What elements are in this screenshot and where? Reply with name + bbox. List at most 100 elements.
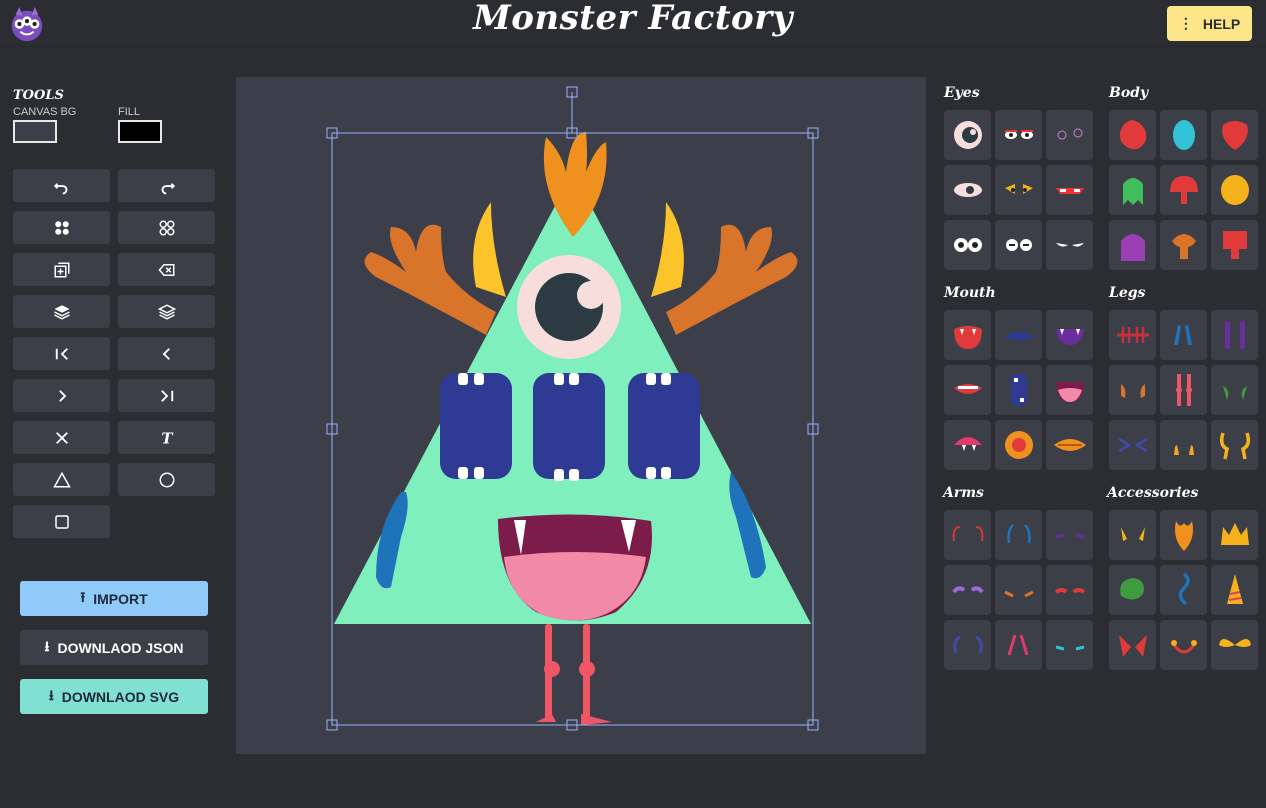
mouth-option[interactable] xyxy=(1046,365,1093,415)
move-left-button[interactable] xyxy=(118,337,215,370)
help-button[interactable]: ⋮ HELP xyxy=(1167,6,1252,41)
accessories-preview-icon xyxy=(1174,521,1193,551)
canvas-bg-swatch[interactable] xyxy=(13,120,57,143)
mouth-preview-icon xyxy=(1003,332,1034,340)
move-right-button[interactable] xyxy=(13,379,110,412)
body-option[interactable] xyxy=(1211,165,1258,215)
body-option[interactable] xyxy=(1109,220,1156,270)
mouth-option[interactable] xyxy=(944,310,991,360)
accessories-preview-icon xyxy=(1170,640,1197,654)
monster-canvas[interactable] xyxy=(236,77,926,754)
redo-button[interactable] xyxy=(118,169,215,202)
accessories-preview-icon xyxy=(1178,572,1190,606)
arms-option[interactable] xyxy=(944,510,991,560)
accessories-option[interactable] xyxy=(1109,565,1156,615)
arms-option[interactable] xyxy=(1046,565,1093,615)
fill-label: FILL xyxy=(118,106,141,118)
legs-option[interactable] xyxy=(1109,310,1156,360)
more-vertical-icon: ⋮ xyxy=(1178,15,1193,31)
eyes-preview-icon xyxy=(953,238,982,252)
accessories-option[interactable] xyxy=(1160,620,1207,670)
body-preview-icon xyxy=(1172,120,1195,150)
legs-option[interactable] xyxy=(1160,365,1207,415)
delete-button[interactable] xyxy=(118,253,215,286)
mouth-option[interactable] xyxy=(995,365,1042,415)
eyes-option[interactable] xyxy=(944,165,991,215)
body-preview-icon xyxy=(1222,231,1247,259)
mouth-option[interactable] xyxy=(995,420,1042,470)
bring-forward-button[interactable] xyxy=(13,295,110,328)
eyes-option[interactable] xyxy=(995,220,1042,270)
fill-swatch[interactable] xyxy=(118,120,162,143)
triangle-button[interactable] xyxy=(13,463,110,496)
body-option[interactable] xyxy=(1160,110,1207,160)
legs-option[interactable] xyxy=(1211,365,1258,415)
eyes-option[interactable] xyxy=(944,110,991,160)
eyes-option[interactable] xyxy=(944,220,991,270)
eyes-option[interactable] xyxy=(995,165,1042,215)
bring-to-front-button[interactable] xyxy=(13,337,110,370)
download-svg-button[interactable]: ⭳ DOWNLAOD SVG xyxy=(20,679,208,714)
accessories-preview-icon xyxy=(1120,527,1145,541)
ungroup-button[interactable] xyxy=(118,211,215,244)
text-button[interactable]: T xyxy=(118,421,215,454)
body-option[interactable] xyxy=(1160,165,1207,215)
accessories-option[interactable] xyxy=(1109,510,1156,560)
arms-preview-icon xyxy=(1003,590,1034,598)
mouth-option[interactable] xyxy=(1046,420,1093,470)
mouth-preview-icon xyxy=(953,384,982,394)
arms-option[interactable] xyxy=(944,620,991,670)
accessories-option[interactable] xyxy=(1211,565,1258,615)
arms-option[interactable] xyxy=(1046,620,1093,670)
arms-option[interactable] xyxy=(944,565,991,615)
legs-option[interactable] xyxy=(1109,365,1156,415)
arms-option[interactable] xyxy=(1046,510,1093,560)
square-button[interactable] xyxy=(13,505,110,538)
mouth-option[interactable] xyxy=(944,365,991,415)
eyes-option[interactable] xyxy=(1046,165,1093,215)
legs-option[interactable] xyxy=(1211,310,1258,360)
group-button[interactable] xyxy=(13,211,110,244)
legs-preview-icon xyxy=(1222,386,1247,400)
move-right-icon xyxy=(58,389,66,402)
mouth-option[interactable] xyxy=(995,310,1042,360)
legs-option[interactable] xyxy=(1211,420,1258,470)
accessories-option[interactable] xyxy=(1109,620,1156,670)
import-button[interactable]: ⭱ IMPORT xyxy=(20,581,208,616)
accessories-preview-icon xyxy=(1218,639,1251,647)
mouth-option[interactable] xyxy=(944,420,991,470)
legs-option[interactable] xyxy=(1109,420,1156,470)
download-icon: ⭳ xyxy=(48,686,54,703)
body-option[interactable] xyxy=(1160,220,1207,270)
circle-button[interactable] xyxy=(118,463,215,496)
mouth-option[interactable] xyxy=(1046,310,1093,360)
legs-option[interactable] xyxy=(1160,310,1207,360)
arms-option[interactable] xyxy=(995,565,1042,615)
accessories-option[interactable] xyxy=(1211,510,1258,560)
send-backward-button[interactable] xyxy=(118,295,215,328)
download-json-button[interactable]: ⭳ DOWNLAOD JSON xyxy=(20,630,208,665)
body-option[interactable] xyxy=(1109,110,1156,160)
monster-drawing[interactable] xyxy=(236,77,926,754)
eyes-option[interactable] xyxy=(995,110,1042,160)
accessories-option[interactable] xyxy=(1160,510,1207,560)
mouth-slots xyxy=(440,373,700,479)
legs-option[interactable] xyxy=(1160,420,1207,470)
arms-option[interactable] xyxy=(995,620,1042,670)
body-option[interactable] xyxy=(1211,220,1258,270)
arms-option[interactable] xyxy=(995,510,1042,560)
send-to-back-button[interactable] xyxy=(118,379,215,412)
undo-button[interactable] xyxy=(13,169,110,202)
close-button[interactable] xyxy=(13,421,110,454)
eyes-option[interactable] xyxy=(1046,110,1093,160)
accessories-option[interactable] xyxy=(1160,565,1207,615)
body-option[interactable] xyxy=(1211,110,1258,160)
download-svg-label: DOWNLAOD SVG xyxy=(61,688,180,705)
upload-icon: ⭱ xyxy=(80,588,86,605)
help-label: HELP xyxy=(1202,15,1241,32)
body-option[interactable] xyxy=(1109,165,1156,215)
eyes-option[interactable] xyxy=(1046,220,1093,270)
accessories-option[interactable] xyxy=(1211,620,1258,670)
arms-preview-icon xyxy=(952,635,983,654)
duplicate-button[interactable] xyxy=(13,253,110,286)
